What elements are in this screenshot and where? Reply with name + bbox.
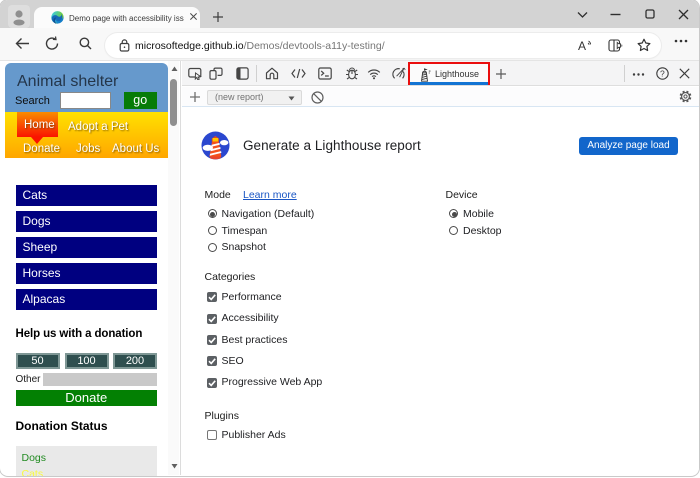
- svg-text:A: A: [578, 39, 586, 52]
- svg-text:?: ?: [660, 69, 665, 79]
